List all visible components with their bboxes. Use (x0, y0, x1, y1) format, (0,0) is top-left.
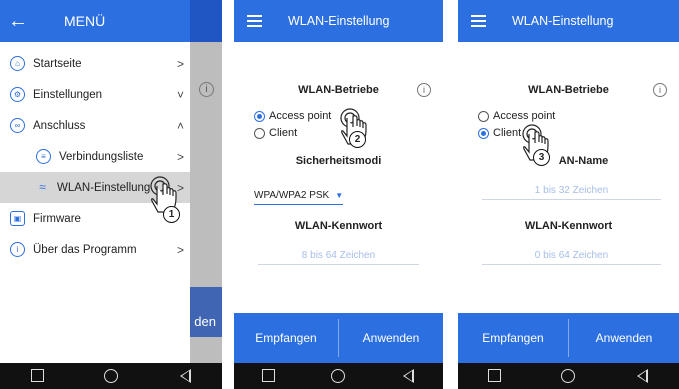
section-title: Sicherheitsmodi (295, 155, 382, 167)
home-button[interactable] (318, 363, 358, 389)
radio-icon (254, 110, 265, 122)
list-icon: ≡ (36, 149, 51, 164)
menu-item-label: Firmware (33, 212, 81, 225)
android-nav-bar (0, 363, 222, 389)
chevron-down-icon: ˅ (176, 87, 184, 102)
drawer-title: MENÜ (64, 13, 106, 29)
section-title: WLAN-Betriebe (528, 84, 609, 96)
android-nav-bar (234, 363, 443, 389)
drawer-header: ← MENÜ (0, 0, 190, 42)
phone-screen-wlan-access-point: WLAN-Einstellung WLAN-Betriebe i Access … (234, 0, 443, 389)
app-bar: WLAN-Einstellung (458, 0, 679, 42)
password-input[interactable]: 0 bis 64 Zeichen (482, 250, 661, 265)
radio-label: Access point (269, 110, 332, 122)
apply-button[interactable]: Anwenden (339, 313, 443, 363)
home-button[interactable] (91, 363, 131, 389)
apply-button[interactable]: Anwenden (569, 313, 679, 363)
select-value: WPA/WPA2 PSK (254, 190, 330, 201)
background-button-label: den (194, 314, 216, 329)
step-badge: 2 (349, 131, 366, 148)
info-icon[interactable]: i (653, 83, 667, 97)
radio-label: Client (493, 127, 522, 139)
info-icon[interactable]: i (417, 83, 431, 97)
menu-item-label: Über das Programm (33, 243, 137, 256)
menu-item-anschluss[interactable]: ∞ Anschluss ˄ (0, 110, 190, 141)
connection-icon: ∞ (10, 118, 25, 133)
recent-apps-button[interactable] (17, 363, 57, 389)
step-badge: 1 (163, 206, 180, 223)
radio-icon (478, 127, 489, 139)
phone-screen-menu: i den ← MENÜ ⌂ Startseite > ⚙ Einstellun… (0, 0, 222, 389)
menu-icon[interactable] (234, 14, 274, 29)
recent-apps-button[interactable] (475, 363, 515, 389)
menu-item-ueber-das-programm[interactable]: i Über das Programm > (0, 234, 190, 265)
chevron-up-icon: ˄ (176, 118, 184, 133)
radio-label: Client (269, 127, 298, 139)
app-bar: WLAN-Einstellung (234, 0, 443, 42)
menu-icon[interactable] (458, 14, 498, 29)
radio-access-point[interactable]: Access point (254, 110, 331, 122)
section-title: WLAN-Kennwort (524, 220, 613, 232)
section-title: WLAN-Kennwort (294, 220, 383, 232)
android-nav-bar (458, 363, 679, 389)
home-button[interactable] (548, 363, 588, 389)
section-title: AN-Name (558, 155, 609, 167)
recent-apps-button[interactable] (249, 363, 289, 389)
settings-icon: ⚙ (10, 87, 25, 102)
menu-item-label: Verbindungsliste (59, 150, 144, 163)
radio-client[interactable]: Client (254, 127, 297, 139)
menu-item-label: WLAN-Einstellung (57, 181, 151, 194)
page-title: WLAN-Einstellung (288, 14, 390, 28)
receive-button[interactable]: Empfangen (234, 313, 338, 363)
radio-icon (254, 127, 265, 139)
chevron-down-icon: ▼ (335, 191, 344, 200)
radio-icon (478, 110, 489, 122)
receive-button[interactable]: Empfangen (458, 313, 568, 363)
section-title: WLAN-Betriebe (298, 84, 379, 96)
menu-item-label: Startseite (33, 57, 82, 70)
back-arrow-icon[interactable]: ← (0, 10, 36, 33)
radio-label: Access point (493, 110, 556, 122)
wifi-icon: ≈ (39, 180, 46, 194)
menu-item-label: Einstellungen (33, 88, 103, 101)
menu-item-einstellungen[interactable]: ⚙ Einstellungen ˅ (0, 79, 190, 110)
back-button[interactable] (388, 363, 428, 389)
security-mode-select[interactable]: WPA/WPA2 PSK ▼ (254, 190, 344, 205)
back-button[interactable] (622, 363, 662, 389)
info-icon: i (10, 242, 25, 257)
radio-access-point[interactable]: Access point (478, 110, 555, 122)
home-icon: ⌂ (10, 56, 25, 71)
back-button[interactable] (165, 363, 205, 389)
chevron-right-icon: > (176, 56, 184, 71)
bottom-action-bar: Empfangen Anwenden (234, 313, 443, 363)
phone-screen-wlan-client: WLAN-Einstellung WLAN-Betriebe i Access … (458, 0, 679, 389)
bottom-action-bar: Empfangen Anwenden (458, 313, 679, 363)
info-icon: i (199, 82, 214, 97)
chevron-right-icon: > (176, 149, 184, 164)
chevron-right-icon: > (176, 242, 184, 257)
menu-item-startseite[interactable]: ⌂ Startseite > (0, 48, 190, 79)
radio-client[interactable]: Client (478, 127, 521, 139)
step-badge: 3 (533, 149, 550, 166)
firmware-icon: ▣ (10, 211, 25, 226)
password-input[interactable]: 8 bis 64 Zeichen (258, 250, 419, 265)
menu-item-verbindungsliste[interactable]: ≡ Verbindungsliste > (0, 141, 190, 172)
page-title: WLAN-Einstellung (512, 14, 614, 28)
menu-item-label: Anschluss (33, 119, 86, 132)
ssid-input[interactable]: 1 bis 32 Zeichen (482, 185, 661, 200)
